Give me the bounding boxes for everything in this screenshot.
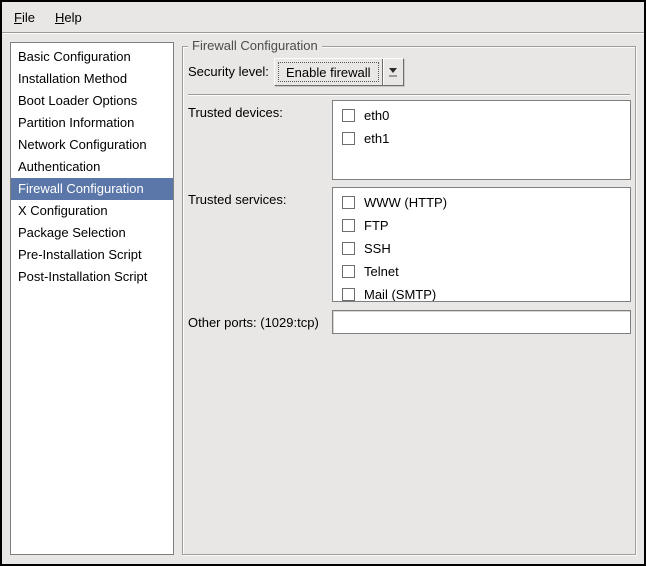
telnet-checkbox[interactable] (342, 265, 355, 278)
list-item-label: FTP (364, 218, 389, 233)
trusted-services-list: WWW (HTTP) FTP SSH Telnet Mail (SMTP) (332, 187, 631, 302)
sidebar-item-installation-method[interactable]: Installation Method (11, 68, 173, 90)
mail-smtp-checkbox[interactable] (342, 288, 355, 301)
eth0-checkbox[interactable] (342, 109, 355, 122)
arrow-shadow (389, 75, 397, 77)
panel-title: Firewall Configuration (188, 38, 322, 54)
list-item-eth0[interactable]: eth0 (333, 104, 630, 127)
kickstart-configurator-window: FileHelp Basic ConfigurationInstallation… (0, 0, 646, 566)
menu-item-file[interactable]: File (4, 6, 45, 29)
list-item-label: SSH (364, 241, 391, 256)
sidebar-item-partition-information[interactable]: Partition Information (11, 112, 173, 134)
sidebar-item-boot-loader-options[interactable]: Boot Loader Options (11, 90, 173, 112)
sidebar-item-firewall-configuration[interactable]: Firewall Configuration (11, 178, 173, 200)
trusted-services-label: Trusted services: (188, 192, 287, 207)
arrow-triangle (389, 68, 397, 73)
sidebar-item-package-selection[interactable]: Package Selection (11, 222, 173, 244)
list-item-eth1[interactable]: eth1 (333, 127, 630, 150)
horizontal-separator (188, 94, 630, 96)
list-item-label: Telnet (364, 264, 399, 279)
list-item-telnet[interactable]: Telnet (333, 260, 630, 283)
list-item-www-http[interactable]: WWW (HTTP) (333, 191, 630, 214)
firewall-configuration-frame: Firewall Configuration Security level: E… (182, 46, 636, 555)
list-item-mail-smtp[interactable]: Mail (SMTP) (333, 283, 630, 302)
list-item-label: eth0 (364, 108, 389, 123)
list-item-label: WWW (HTTP) (364, 195, 447, 210)
other-ports-input[interactable] (332, 310, 631, 334)
menubar: FileHelp (2, 2, 644, 33)
list-item-ftp[interactable]: FTP (333, 214, 630, 237)
other-ports-label: Other ports: (1029:tcp) (188, 315, 319, 330)
ssh-checkbox[interactable] (342, 242, 355, 255)
eth1-checkbox[interactable] (342, 132, 355, 145)
menu-item-help[interactable]: Help (45, 6, 92, 29)
list-item-label: Mail (SMTP) (364, 287, 436, 302)
sidebar-item-pre-installation-script[interactable]: Pre-Installation Script (11, 244, 173, 266)
sidebar-item-network-configuration[interactable]: Network Configuration (11, 134, 173, 156)
trusted-devices-label: Trusted devices: (188, 105, 283, 120)
ftp-checkbox[interactable] (342, 219, 355, 232)
security-level-dropdown[interactable]: Enable firewall (274, 58, 404, 86)
sidebar-list: Basic ConfigurationInstallation MethodBo… (10, 42, 174, 555)
www-http-checkbox[interactable] (342, 196, 355, 209)
trusted-devices-list: eth0 eth1 (332, 100, 631, 180)
sidebar-item-basic-configuration[interactable]: Basic Configuration (11, 46, 173, 68)
chevron-down-icon[interactable] (384, 59, 403, 85)
sidebar-item-authentication[interactable]: Authentication (11, 156, 173, 178)
sidebar-item-x-configuration[interactable]: X Configuration (11, 200, 173, 222)
security-level-value: Enable firewall (278, 62, 379, 82)
list-item-label: eth1 (364, 131, 389, 146)
security-level-label: Security level: (188, 64, 269, 79)
list-item-ssh[interactable]: SSH (333, 237, 630, 260)
sidebar-item-post-installation-script[interactable]: Post-Installation Script (11, 266, 173, 288)
